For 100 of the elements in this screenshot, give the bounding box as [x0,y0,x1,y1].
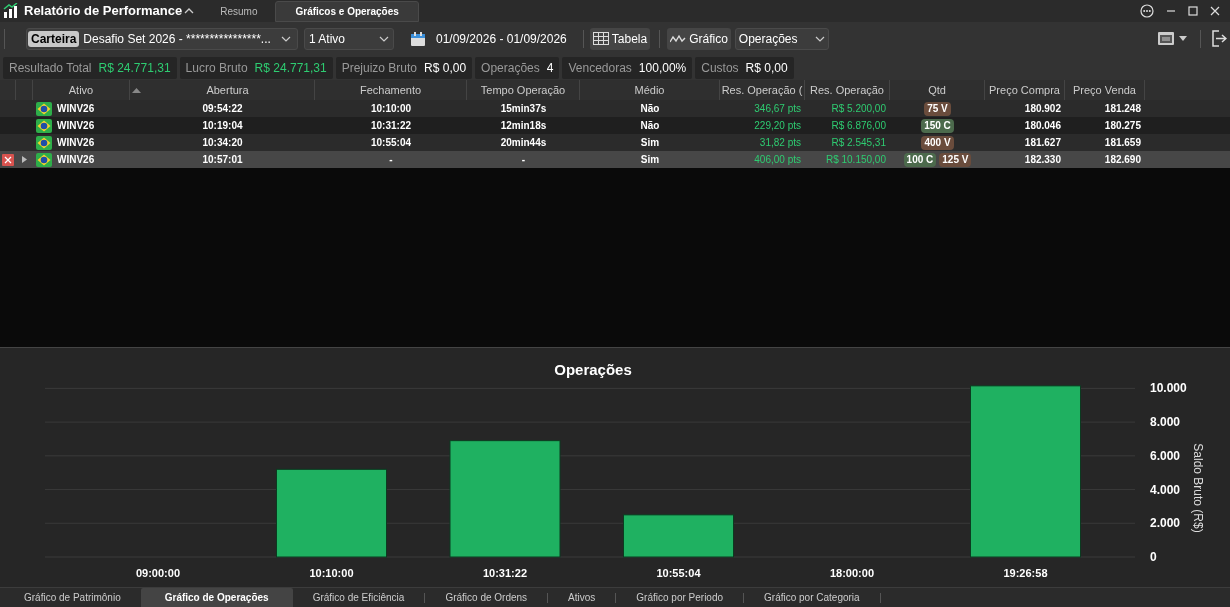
maximize-icon[interactable] [1188,6,1198,16]
quantity-badge: 125 V [939,152,972,167]
table-cell-text: 182.330 [1023,153,1062,167]
stat-value: R$ 0,00 [745,59,788,77]
delete-icon[interactable] [2,153,14,166]
tab[interactable]: Gráfico de Ordens [425,588,548,607]
tab[interactable]: Gráfico de Operações [140,588,293,607]
brazil-flag-icon [36,118,52,133]
x-tick-label: 10:31:22 [483,567,527,579]
column-header[interactable]: Preço Venda [1073,81,1136,99]
brazil-flag-icon [36,101,52,116]
tab[interactable]: Gráfico por Periodo [616,588,744,607]
y-tick-label: 10.000 [1150,381,1187,396]
stat-value: R$ 24.771,31 [254,59,327,77]
column-header[interactable]: Tempo Operação [480,81,566,99]
column-header[interactable]: Abertura [206,81,249,99]
tab[interactable]: Gráfico de Eficiência [292,588,425,607]
column-header[interactable]: Ativo [68,81,94,99]
expand-icon[interactable] [22,156,27,163]
chevron-down-icon [281,35,291,42]
quantity-badge: 400 V [921,135,954,150]
table-cell-text: 15min37s [499,102,548,116]
table-cell-text: Não [639,119,661,133]
table-row[interactable]: WINV26 10:57:01 - - Sim 406,00 pts R$ 10.150,00 100 C 125 V 182.330 182.690 [0,151,1230,168]
table-cell-text: Não [639,102,661,116]
quantity-badge: 75 V [924,101,951,116]
table-cell-text: 180.275 [1103,119,1142,133]
table-row[interactable]: WINV26 10:34:20 10:55:04 20min44s Sim 31,82 pts R$ 2.545,31 400 V 181.627 181.659 [0,134,1230,151]
tab[interactable]: Gráfico por Categoria [744,588,880,607]
column-header[interactable]: Res. Operação [810,81,884,99]
x-tick-label: 10:10:00 [309,567,354,579]
table-row[interactable]: WINV26 10:19:04 10:31:22 12min18s Não 229,20 pts R$ 6.876,00 150 C 180.046 180.275 [0,117,1230,134]
x-tick-label: 10:55:04 [656,567,701,579]
table-cell-text: Sim [639,136,661,150]
table-cell-text: WINV26 [57,153,95,167]
caret-down-icon[interactable] [1179,36,1187,41]
chart-type-dropdown[interactable]: Operações [734,27,829,50]
app-title: Relatório de Performance [24,2,183,21]
calendar-icon[interactable] [410,30,426,47]
tab[interactable]: Resumo [208,1,270,22]
line-chart-icon [670,33,687,44]
y-tick-label: 4.000 [1150,482,1181,497]
stat-label: Operações [481,59,540,77]
exit-icon[interactable] [1211,30,1227,47]
stat-label: Resultado Total [9,59,92,77]
table-cell-text: 181.248 [1103,102,1142,116]
table-cell-text: 20min44s [499,136,548,150]
table-cell-text: 180.902 [1023,102,1062,116]
more-icon[interactable] [1140,4,1154,18]
table-cell-text: 10:34:20 [201,136,244,150]
table-cell-text: 12min18s [499,119,548,133]
table-cell-text: WINV26 [57,136,95,150]
table-cell-text: WINV26 [57,119,95,133]
y-tick-label: 2.000 [1150,516,1181,531]
column-header[interactable]: Fechamento [359,81,422,99]
tab[interactable]: Gráfico de Patrimônio [4,588,141,607]
sort-ascending-icon[interactable] [132,87,141,93]
x-tick-label: 18:00:00 [830,567,874,579]
table-row[interactable]: WINV26 09:54:22 10:10:00 15min37s Não 346,67 pts R$ 5.200,00 75 V 180.902 181.248 [0,100,1230,117]
stat-value: 100,00% [638,59,687,77]
tab[interactable]: Ativos [548,588,616,607]
table-cell-text: - [388,153,394,167]
column-header[interactable]: Médio [634,81,665,99]
table-cell-text: 346,67 pts [753,102,802,116]
table-cell-text: 406,00 pts [753,153,802,167]
stat-label: Vencedoras [568,59,632,77]
y-tick-label: 8.000 [1150,415,1181,430]
brazil-flag-icon [36,152,52,167]
stat-label: Custos [701,59,739,77]
table-cell-text: R$ 6.876,00 [830,119,887,133]
column-header[interactable]: Qtd [928,81,946,99]
table-button[interactable]: Tabela [589,27,651,50]
table-cell-text: Sim [639,153,661,167]
tab[interactable]: Gráficos e Operações [275,1,419,22]
table-cell-text: 10:57:01 [201,153,244,167]
brazil-flag-icon [36,135,52,150]
table-cell-text: 180.046 [1023,119,1062,133]
column-header[interactable]: Res. Operação ( [721,81,803,99]
table-cell-text: 229,20 pts [753,119,802,133]
chevron-up-icon[interactable] [184,7,195,15]
table-cell-text: - [520,153,527,167]
close-icon[interactable] [1210,6,1220,16]
y-tick-label: 6.000 [1150,448,1181,463]
quantity-badge: 100 C [903,152,937,167]
assets-dropdown[interactable]: 1 Ativo [304,27,394,50]
stat-value: R$ 0,00 [424,59,467,77]
stat-label: Prejuizo Bruto [341,59,418,77]
date-range[interactable]: 01/09/2026 - 01/09/2026 [436,29,567,48]
table-cell-text: 09:54:22 [201,102,244,116]
y-tick-label: 0 [1150,550,1157,564]
stat-value: R$ 24.771,31 [98,59,171,77]
window-swap-icon[interactable] [1158,32,1174,45]
chevron-down-icon [814,35,825,42]
table-cell-text: 10:31:22 [370,119,412,133]
table-cell-text: 182.690 [1103,153,1142,167]
x-tick-label: 09:00:00 [136,567,180,579]
table-cell-text: 181.627 [1023,136,1062,150]
portfolio-dropdown[interactable]: Carteira Desafio Set 2026 - ****************... [26,27,298,50]
column-header[interactable]: Preço Compra [989,81,1060,99]
chart-button[interactable]: Gráfico [667,27,731,50]
